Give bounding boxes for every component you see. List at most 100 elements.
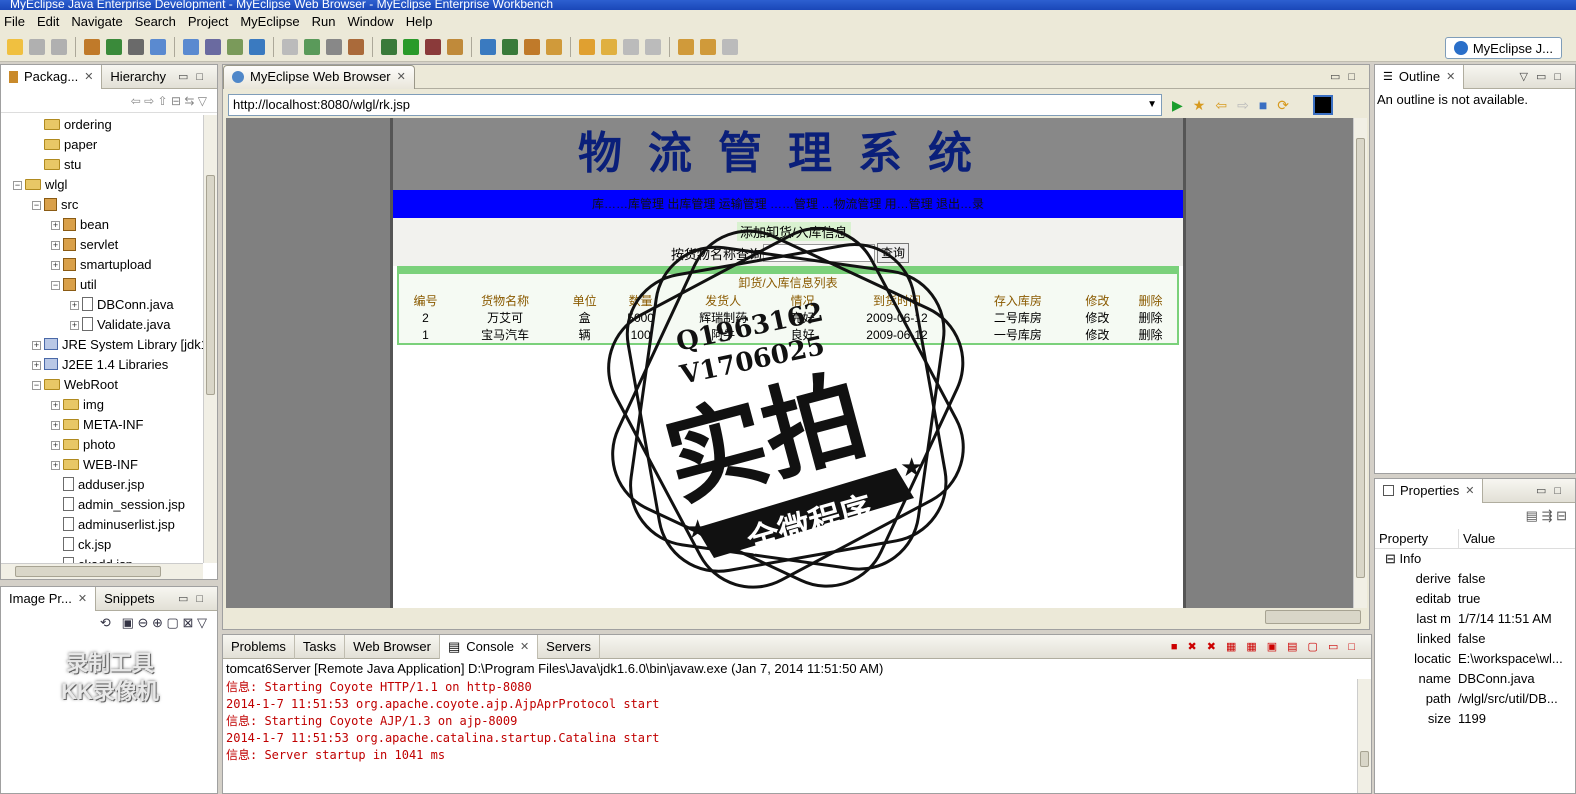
close-icon[interactable]: ✕ — [520, 635, 529, 659]
expand-icon[interactable]: + — [32, 361, 41, 370]
expand-icon[interactable]: + — [51, 261, 60, 270]
back-icon[interactable]: ⇦ — [1215, 97, 1227, 114]
tab-web-browser[interactable]: MyEclipse Web Browser ✕ — [223, 64, 415, 89]
tree-item[interactable]: + META-INF — [5, 415, 203, 435]
actual-size-icon[interactable]: ▢ — [167, 615, 179, 630]
zoom-in-icon[interactable]: ⊕ — [152, 615, 163, 630]
toolbar-action-icon[interactable] — [623, 38, 639, 55]
expand-icon[interactable]: + — [32, 341, 41, 350]
view-controls[interactable]: ▽▭□ — [1520, 70, 1576, 83]
toolbar-action-icon[interactable] — [29, 38, 45, 55]
property-row[interactable]: linked false — [1375, 629, 1575, 649]
forward-icon[interactable]: ⇨ — [1237, 97, 1249, 114]
scroll-thumb[interactable] — [1360, 751, 1369, 767]
close-icon[interactable]: ✕ — [397, 65, 406, 89]
tab-tasks[interactable]: Tasks — [295, 634, 346, 659]
toolbar-action-icon[interactable] — [128, 38, 144, 55]
toolbar-action-icon[interactable] — [348, 38, 364, 55]
property-row[interactable]: size 1199 — [1375, 709, 1575, 729]
tab-image-preview[interactable]: Image Pr... ✕ — [1, 586, 97, 611]
collapse-icon[interactable]: − — [13, 181, 22, 190]
collapse-icon[interactable]: − — [51, 281, 60, 290]
toolbar-action-icon[interactable] — [51, 38, 67, 55]
editor-view-controls[interactable]: ▭□ — [1330, 70, 1369, 83]
expand-icon[interactable]: + — [51, 421, 60, 430]
collapse-all-icon[interactable]: ⊟ — [171, 94, 181, 108]
tree-item[interactable]: ordering — [5, 115, 203, 135]
scroll-thumb[interactable] — [15, 566, 161, 577]
delete-link[interactable]: 删除 — [1124, 309, 1177, 326]
property-row[interactable]: last m 1/7/14 11:51 AM — [1375, 609, 1575, 629]
toolbar-action-icon[interactable] — [722, 38, 738, 55]
property-row[interactable]: path/wlgl/src/util/DB... — [1375, 689, 1575, 709]
tree-item[interactable]: + servlet — [5, 235, 203, 255]
up-icon[interactable]: ⇧ — [158, 94, 168, 108]
tab-web-browser[interactable]: Web Browser — [345, 634, 440, 659]
tree-item[interactable]: − src — [5, 195, 203, 215]
toolbar-action-icon[interactable] — [678, 38, 694, 55]
tree-item[interactable]: − util — [5, 275, 203, 295]
expand-icon[interactable]: + — [51, 221, 60, 230]
tab-package-explorer[interactable]: Packag... ✕ — [1, 64, 103, 89]
tab-servers[interactable]: Servers — [538, 634, 600, 659]
toolbar-action-icon[interactable] — [205, 38, 221, 55]
toolbar-action-icon[interactable] — [546, 38, 562, 55]
edit-link[interactable]: 修改 — [1071, 326, 1124, 343]
stop-icon[interactable]: ■ — [1259, 97, 1267, 113]
browser-vertical-scrollbar[interactable] — [1353, 118, 1367, 608]
console-vertical-scrollbar[interactable] — [1357, 679, 1371, 793]
toolbar-action-icon[interactable] — [227, 38, 243, 55]
url-input[interactable]: http://localhost:8080/wlgl/rk.jsp ▼ — [228, 94, 1162, 116]
toolbar-action-icon[interactable] — [403, 38, 419, 55]
close-icon[interactable]: ✕ — [1446, 65, 1455, 89]
tree-item[interactable]: adduser.jsp — [5, 475, 203, 495]
value-column-header[interactable]: Value — [1459, 529, 1495, 548]
expand-icon[interactable]: + — [51, 461, 60, 470]
tree-item[interactable]: − WebRoot — [5, 375, 203, 395]
toolbar-action-icon[interactable] — [183, 38, 199, 55]
tab-problems[interactable]: Problems — [223, 634, 295, 659]
fit-icon[interactable]: ▣ — [122, 615, 134, 630]
close-icon[interactable]: ✕ — [78, 587, 87, 611]
view-controls[interactable]: ▭□ — [178, 70, 217, 83]
view-menu-icon[interactable]: ▽ — [198, 94, 207, 108]
restore-default-icon[interactable]: ⊟ — [1556, 508, 1567, 523]
favorites-icon[interactable]: ★ — [1193, 97, 1206, 114]
tab-console[interactable]: ▤ Console ✕ — [439, 634, 539, 659]
toolbar-action-icon[interactable] — [304, 38, 320, 55]
toolbar-action-icon[interactable] — [579, 38, 595, 55]
tree-item[interactable]: + bean — [5, 215, 203, 235]
menu-search[interactable]: Search — [131, 14, 184, 29]
tree-item[interactable]: + WEB-INF — [5, 455, 203, 475]
close-icon[interactable]: ✕ — [84, 65, 93, 89]
menu-help[interactable]: Help — [402, 14, 441, 29]
back-icon[interactable]: ⇦ — [131, 94, 141, 108]
tree-item[interactable]: + smartupload — [5, 255, 203, 275]
filter-icon[interactable]: ⇶ — [1542, 508, 1553, 523]
menu-project[interactable]: Project — [184, 14, 236, 29]
tree-item[interactable]: ckadd.jsp — [5, 555, 203, 563]
view-controls[interactable]: ▭□ — [1536, 484, 1575, 497]
refresh-icon[interactable]: ⟳ — [1277, 97, 1289, 114]
site-nav[interactable]: 库……库管理 出库管理 运输管理 ……管理 …物流管理 用…管理 退出…录 — [393, 190, 1183, 218]
tree-item[interactable]: stu — [5, 155, 203, 175]
tree-item[interactable]: + DBConn.java — [5, 295, 203, 315]
toolbar-action-icon[interactable] — [282, 38, 298, 55]
menu-myeclipse[interactable]: MyEclipse — [236, 14, 307, 29]
scroll-thumb[interactable] — [206, 175, 215, 395]
forward-icon[interactable]: ⇨ — [144, 94, 154, 108]
property-row[interactable]: derive false — [1375, 569, 1575, 589]
console-controls[interactable]: ■✖✖▦▦▣▤▢▭□ — [1171, 640, 1371, 653]
console-output[interactable]: 信息: Starting Coyote HTTP/1.1 on http-808… — [223, 679, 1371, 764]
tree-item[interactable]: + J2EE 1.4 Libraries — [5, 355, 203, 375]
tab-snippets[interactable]: Snippets — [96, 587, 163, 611]
property-row[interactable]: editab true — [1375, 589, 1575, 609]
tree-item[interactable]: adminuserlist.jsp — [5, 515, 203, 535]
menu-navigate[interactable]: Navigate — [67, 14, 130, 29]
perspective-switcher[interactable]: MyEclipse J... — [1444, 37, 1562, 59]
edit-link[interactable]: 修改 — [1071, 309, 1124, 326]
expand-icon[interactable]: + — [51, 441, 60, 450]
close-icon[interactable]: ✕ — [1465, 479, 1474, 503]
tab-hierarchy[interactable]: Hierarchy — [102, 65, 174, 89]
collapse-icon[interactable]: − — [32, 201, 41, 210]
